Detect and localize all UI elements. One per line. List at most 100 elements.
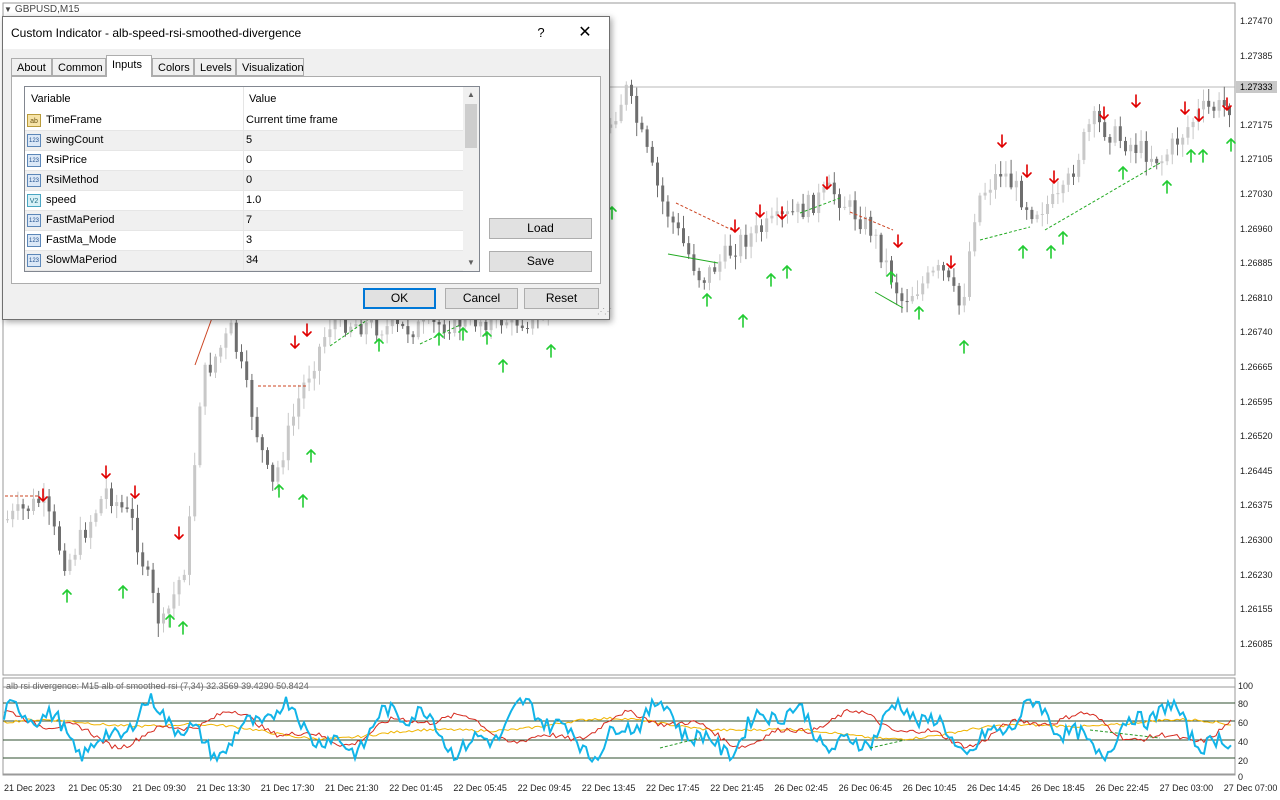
column-variable-header[interactable]: Variable — [31, 93, 71, 105]
candle-body — [240, 351, 243, 362]
cancel-button[interactable]: Cancel — [445, 288, 518, 309]
buy-signal-arrow-icon — [298, 493, 308, 508]
candle-body — [1113, 126, 1117, 143]
scroll-down-arrow-icon[interactable]: ▼ — [463, 255, 479, 271]
variable-value[interactable]: 7 — [246, 214, 252, 226]
variable-name: TimeFrame — [46, 114, 102, 126]
load-button[interactable]: Load — [489, 218, 592, 239]
dialog-title: Custom Indicator - alb-speed-rsi-smoothe… — [11, 26, 302, 40]
scroll-up-arrow-icon[interactable]: ▲ — [463, 87, 479, 103]
variable-value[interactable]: 0 — [246, 154, 252, 166]
table-row[interactable]: 123 swingCount 5 — [25, 131, 463, 151]
dialog-titlebar[interactable]: Custom Indicator - alb-speed-rsi-smoothe… — [3, 17, 609, 49]
table-row[interactable]: 123 SlowMaPeriod 34 — [25, 251, 463, 271]
variable-value[interactable]: Current time frame — [246, 114, 338, 126]
grid-scrollbar[interactable]: ▲ ▼ — [463, 87, 479, 271]
variable-name: swingCount — [46, 134, 104, 146]
candle-body — [260, 437, 264, 451]
sell-signal-arrow-icon — [174, 526, 184, 541]
tab-levels[interactable]: Levels — [194, 58, 236, 76]
candle-body — [505, 322, 509, 326]
buy-signal-arrow-icon — [178, 620, 188, 635]
candle-body — [848, 200, 852, 207]
time-tick-label: 26 Dec 06:45 — [838, 783, 893, 793]
variable-name: FastMa_Mode — [46, 234, 117, 246]
candle-body — [271, 464, 275, 482]
candle-body — [1025, 207, 1029, 210]
candle-body — [416, 321, 420, 338]
cell-divider — [243, 211, 244, 231]
variable-value[interactable]: 5 — [246, 134, 252, 146]
sell-signal-arrow-icon — [1049, 170, 1059, 185]
price-tick-label: 1.26300 — [1240, 535, 1273, 545]
candle-body — [1035, 214, 1039, 220]
candle-body — [718, 261, 722, 272]
collapse-triangle-icon[interactable]: ▼ — [4, 5, 12, 14]
reset-button[interactable]: Reset — [524, 288, 599, 309]
candle-body — [193, 465, 197, 517]
buy-signal-arrow-icon — [62, 588, 72, 603]
resize-grip-icon[interactable]: ⋰⋰ — [597, 307, 612, 316]
scroll-thumb[interactable] — [465, 104, 477, 148]
help-icon[interactable]: ? — [529, 22, 553, 44]
candle-body — [770, 215, 774, 219]
candle-body — [1207, 100, 1211, 107]
save-button[interactable]: Save — [489, 251, 592, 272]
candle-body — [318, 346, 321, 371]
price-tick-label: 1.26810 — [1240, 292, 1273, 303]
candle-body — [624, 84, 628, 105]
inputs-grid[interactable]: Variable Value ab TimeFrame Current time… — [24, 86, 480, 272]
candle-body — [760, 225, 763, 232]
candle-body — [214, 356, 217, 373]
table-row[interactable]: ab TimeFrame Current time frame — [25, 111, 463, 131]
table-row[interactable]: 123 RsiMethod 0 — [25, 171, 463, 191]
candle-body — [661, 185, 665, 202]
candle-body — [312, 370, 316, 379]
candle-body — [713, 267, 717, 272]
tab-inputs[interactable]: Inputs — [106, 55, 152, 77]
tab-colors[interactable]: Colors — [152, 58, 194, 76]
candle-body — [411, 334, 415, 338]
variable-name: FastMaPeriod — [46, 214, 115, 226]
candle-body — [671, 216, 675, 223]
column-value-header[interactable]: Value — [249, 93, 276, 105]
candle-body — [645, 129, 649, 147]
variable-value[interactable]: 34 — [246, 254, 258, 266]
candle-body — [224, 333, 228, 348]
candle-body — [999, 174, 1003, 177]
tab-visualization[interactable]: Visualization — [236, 58, 304, 76]
indicator-title: alb rsi divergence: M15 alb of smoothed … — [6, 681, 309, 691]
variable-value[interactable]: 3 — [246, 234, 252, 246]
close-icon[interactable]: ✕ — [571, 22, 599, 44]
candle-body — [115, 502, 119, 507]
candle-body — [786, 211, 789, 215]
variable-value[interactable]: 0 — [246, 174, 252, 186]
custom-indicator-dialog[interactable]: Custom Indicator - alb-speed-rsi-smoothe… — [2, 16, 612, 320]
candle-body — [1040, 213, 1044, 215]
symbol-label: GBPUSD,M15 — [14, 4, 80, 15]
tab-common[interactable]: Common — [52, 58, 106, 76]
candle-body — [947, 270, 951, 278]
cell-divider — [243, 131, 244, 151]
table-row[interactable]: V2 speed 1.0 — [25, 191, 463, 211]
candle-body — [843, 206, 847, 208]
candle-body — [1139, 140, 1143, 153]
header-divider[interactable] — [243, 87, 244, 111]
variable-value[interactable]: 1.0 — [246, 194, 261, 206]
table-row[interactable]: 123 RsiPrice 0 — [25, 151, 463, 171]
table-row[interactable]: 123 FastMa_Mode 3 — [25, 231, 463, 251]
ok-button[interactable]: OK — [363, 288, 436, 309]
candle-body — [1124, 140, 1127, 152]
candle-body — [385, 326, 389, 335]
table-row[interactable]: 123 FastMaPeriod 7 — [25, 211, 463, 231]
candle-body — [136, 517, 139, 553]
candle-body — [198, 406, 202, 466]
candle-body — [302, 382, 306, 399]
variable-name: RsiMethod — [46, 174, 99, 186]
price-tick-label: 1.26445 — [1240, 465, 1273, 476]
candle-body — [188, 516, 191, 575]
tab-about[interactable]: About — [11, 58, 52, 76]
candle-body — [390, 319, 394, 327]
buy-signal-arrow-icon — [546, 343, 556, 358]
candle-body — [1087, 124, 1091, 132]
